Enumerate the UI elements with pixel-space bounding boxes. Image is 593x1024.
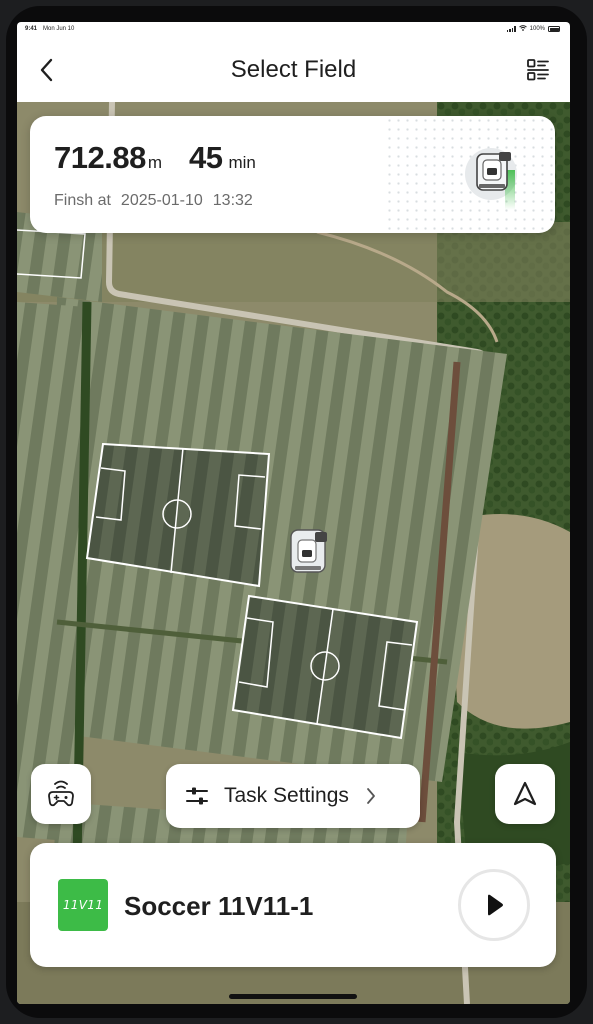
nav-bar: Select Field [17, 38, 570, 102]
signal-icon [506, 26, 516, 32]
status-indicators: 100% [506, 25, 560, 33]
battery-icon [548, 26, 560, 32]
mower-robot-icon [465, 148, 517, 210]
play-icon [488, 894, 503, 916]
finish-date: 2025-01-10 [120, 192, 203, 209]
chevron-right-icon [365, 786, 377, 806]
remote-control-button[interactable] [31, 764, 91, 824]
gamepad-icon [48, 780, 74, 807]
home-indicator [229, 994, 357, 999]
distance-value: 712.88 [54, 140, 146, 175]
sliders-icon [186, 787, 208, 805]
app-screen: 9:41 Mon Jun 10 100% Select Field 712.88… [17, 22, 570, 1004]
field-type-badge: 11V11 [58, 879, 108, 931]
page-title: Select Field [230, 56, 357, 83]
task-settings-label: Task Settings [224, 784, 349, 807]
selected-field-card[interactable]: 11V11 Soccer 11V11-1 [30, 843, 556, 967]
finish-time: 13:32 [212, 192, 253, 209]
mowing-stats-card: 712.88 m 45 min Finsh at 2025-01-10 13:3… [30, 116, 555, 233]
navigation-arrow-icon [513, 781, 537, 806]
duration-value: 45 [189, 140, 223, 175]
mower-marker[interactable] [290, 529, 327, 573]
status-time: 9:41 [25, 26, 38, 32]
stats-values: 712.88 m 45 min [54, 140, 256, 176]
wifi-icon [518, 25, 527, 33]
task-settings-button[interactable]: Task Settings [166, 764, 420, 828]
navigation-button[interactable] [495, 764, 555, 824]
status-date: Mon Jun 10 [43, 26, 75, 32]
distance-unit: m [147, 153, 162, 172]
battery-percent: 100% [529, 26, 545, 32]
finish-time-row: Finsh at 2025-01-10 13:32 [54, 192, 253, 210]
field-list-button[interactable] [522, 54, 554, 86]
finish-label: Finsh at [54, 192, 111, 209]
list-icon [527, 59, 549, 81]
status-bar: 9:41 Mon Jun 10 100% [17, 22, 570, 38]
duration-unit: min [228, 153, 256, 172]
start-mowing-button[interactable] [458, 869, 530, 941]
field-name: Soccer 11V11-1 [124, 891, 314, 921]
